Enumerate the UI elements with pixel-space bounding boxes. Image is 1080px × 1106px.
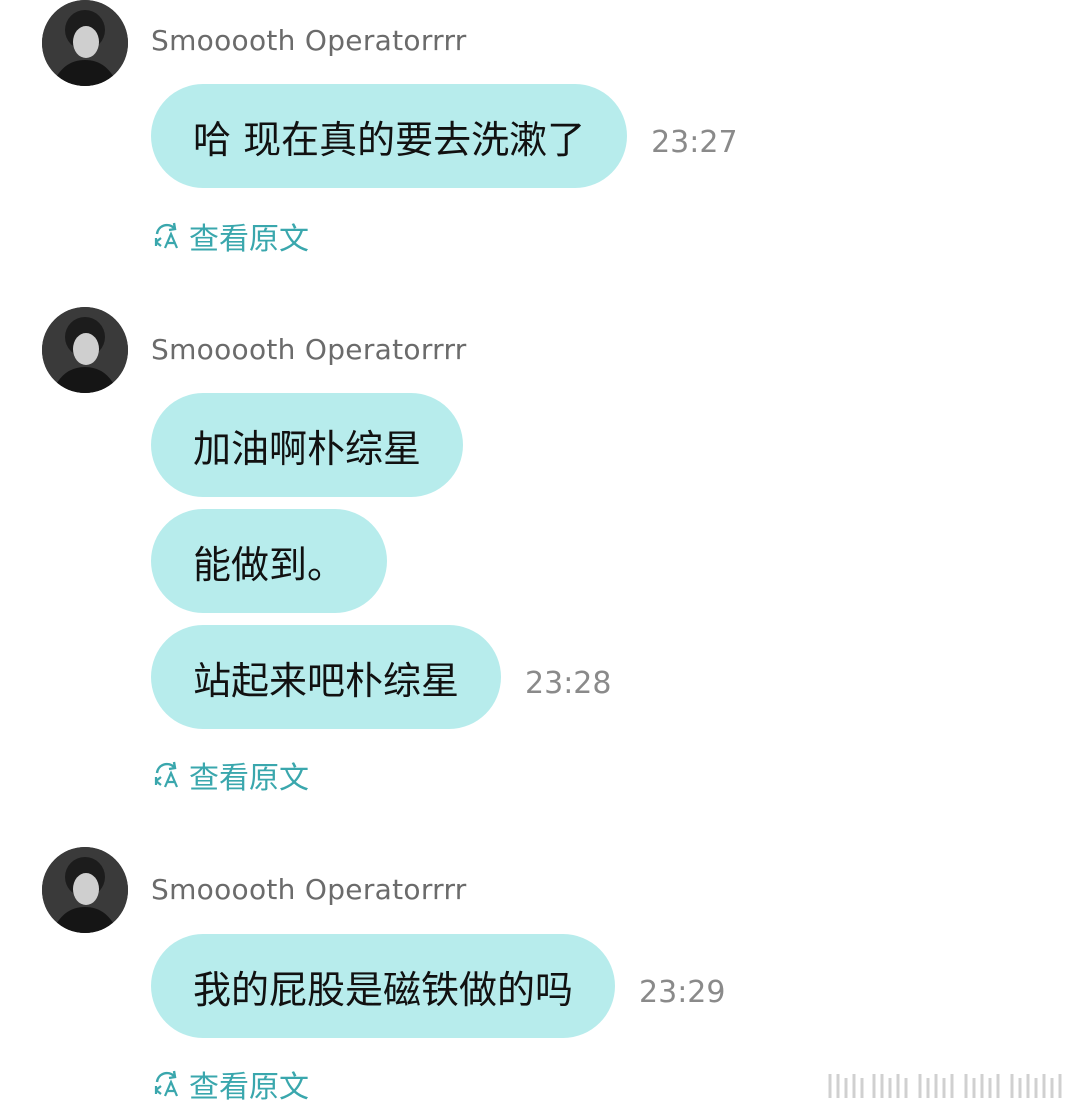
- translate-refresh-icon: [154, 761, 179, 788]
- avatar[interactable]: [42, 0, 128, 86]
- message-bubble[interactable]: 我的屁股是磁铁做的吗: [151, 934, 616, 1038]
- translate-refresh-icon: [154, 222, 179, 249]
- view-original-label: 查看原文: [189, 222, 309, 257]
- view-original-label: 查看原文: [189, 1070, 309, 1105]
- sender-name: Smooooth Operatorrrr: [151, 24, 467, 57]
- message-bubble[interactable]: 站起来吧朴综星: [151, 625, 502, 729]
- view-original-link[interactable]: 查看原文: [152, 1062, 309, 1106]
- view-original-link[interactable]: 查看原文: [152, 214, 309, 258]
- message-row: 加油啊朴综星: [151, 393, 464, 497]
- message-bubble[interactable]: 能做到。: [151, 509, 388, 613]
- message-bubble[interactable]: 哈 现在真的要去洗漱了: [151, 84, 628, 188]
- sender-name: Smooooth Operatorrrr: [151, 333, 467, 366]
- message-time: 23:27: [651, 124, 738, 160]
- avatar[interactable]: [42, 847, 128, 933]
- message-row: 站起来吧朴综星 23:28: [151, 625, 611, 729]
- watermark: [828, 1074, 1062, 1098]
- view-original-label: 查看原文: [189, 761, 309, 796]
- message-row: 能做到。: [151, 509, 388, 613]
- avatar[interactable]: [42, 307, 128, 393]
- sender-name: Smooooth Operatorrrr: [151, 873, 467, 906]
- view-original-link[interactable]: 查看原文: [152, 753, 309, 797]
- message-row: 我的屁股是磁铁做的吗 23:29: [151, 934, 725, 1038]
- translate-refresh-icon: [154, 1070, 179, 1097]
- message-time: 23:29: [639, 974, 726, 1010]
- message-bubble[interactable]: 加油啊朴综星: [151, 393, 464, 497]
- message-time: 23:28: [525, 665, 612, 701]
- message-row: 哈 现在真的要去洗漱了 23:27: [151, 84, 738, 188]
